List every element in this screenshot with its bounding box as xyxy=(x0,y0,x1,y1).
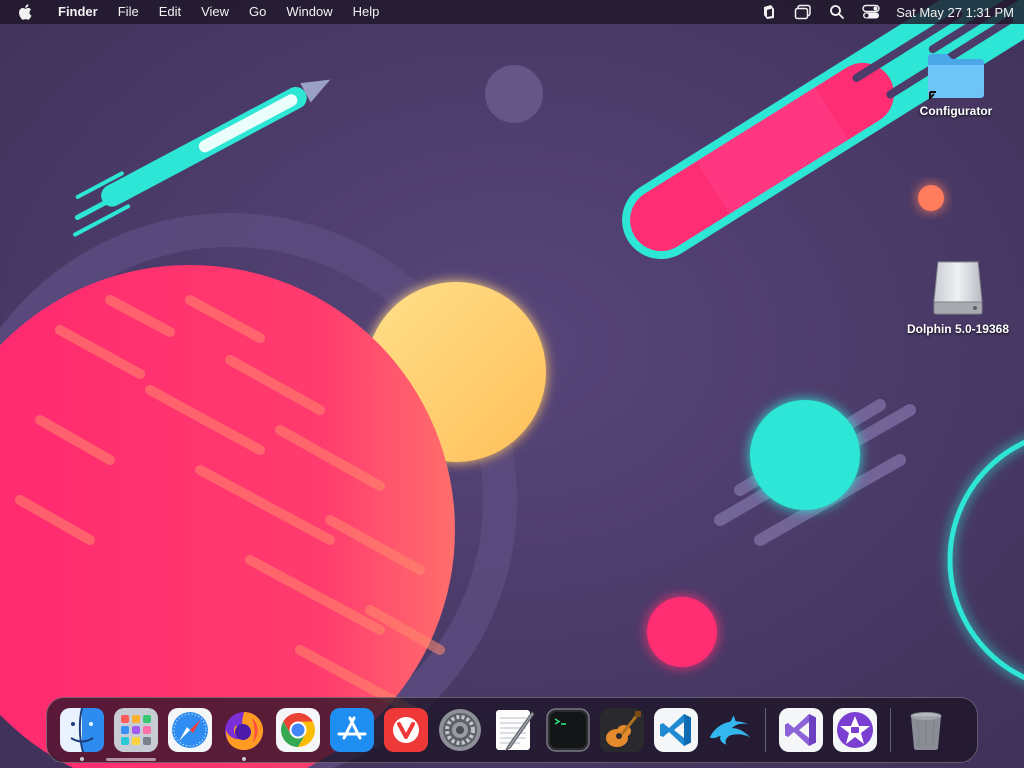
menu-file[interactable]: File xyxy=(108,0,149,24)
dock-chrome[interactable] xyxy=(276,708,320,752)
folder-icon xyxy=(928,54,984,100)
dock-system-preferences[interactable] xyxy=(438,708,482,752)
gear-icon xyxy=(439,709,481,751)
dock-terminal[interactable] xyxy=(546,708,590,752)
menu-bar-right: Sat May 27 1:31 PM xyxy=(752,0,1014,24)
dock-firefox[interactable] xyxy=(222,708,266,761)
dock-visual-studio[interactable] xyxy=(779,708,823,752)
desktop-wallpaper xyxy=(0,0,1024,768)
safari-icon xyxy=(168,708,212,752)
dolphin-icon xyxy=(709,715,751,745)
dock xyxy=(46,697,978,763)
dock-separator xyxy=(765,708,766,752)
menu-edit[interactable]: Edit xyxy=(149,0,191,24)
menu-bar-clock[interactable]: Sat May 27 1:31 PM xyxy=(896,5,1014,20)
dock-vivaldi[interactable] xyxy=(384,708,428,752)
running-indicator xyxy=(242,757,246,761)
menu-bar-left: Finder File Edit View Go Window Help xyxy=(18,0,389,24)
terminal-icon xyxy=(546,708,590,752)
app-store-icon xyxy=(330,708,374,752)
dock-finder[interactable] xyxy=(60,708,104,761)
visual-studio-icon xyxy=(779,708,823,752)
menu-window[interactable]: Window xyxy=(276,0,342,24)
finder-icon xyxy=(60,708,104,752)
apple-menu-icon[interactable] xyxy=(18,4,34,20)
desktop-icon-dolphin-dmg[interactable]: Dolphin 5.0-19368 xyxy=(898,258,1018,336)
launchpad-icon xyxy=(114,708,158,752)
dock-app-store[interactable] xyxy=(330,708,374,752)
imovie-icon xyxy=(833,708,877,752)
vscode-icon xyxy=(654,708,698,752)
window-icon[interactable] xyxy=(794,3,812,21)
guitar-icon xyxy=(600,708,644,752)
menu-active-app[interactable]: Finder xyxy=(50,0,108,24)
control-center-icon[interactable] xyxy=(862,3,880,21)
menu-help[interactable]: Help xyxy=(343,0,390,24)
dock-safari[interactable] xyxy=(168,708,212,752)
trash-icon xyxy=(910,712,942,750)
desktop-icon-label: Configurator xyxy=(919,104,993,118)
textedit-icon xyxy=(496,710,535,752)
running-indicator xyxy=(80,757,84,761)
menu-bar: Finder File Edit View Go Window Help Sat… xyxy=(0,0,1024,24)
dock-vscode[interactable] xyxy=(654,708,698,752)
dock-dolphin[interactable] xyxy=(708,708,752,752)
firefox-icon xyxy=(225,712,264,750)
dock-garageband[interactable] xyxy=(600,708,644,752)
dock-hover-indicator xyxy=(106,758,156,761)
disk-image-icon xyxy=(933,261,983,315)
menu-view[interactable]: View xyxy=(191,0,239,24)
chrome-icon xyxy=(276,708,320,752)
dock-trash[interactable] xyxy=(904,708,948,752)
scrobbles-icon[interactable] xyxy=(760,3,778,21)
desktop-icon-configurator[interactable]: Configurator xyxy=(896,50,1016,118)
vivaldi-icon xyxy=(384,708,428,752)
menu-go[interactable]: Go xyxy=(239,0,276,24)
dock-textedit[interactable] xyxy=(492,708,536,752)
search-icon[interactable] xyxy=(828,3,846,21)
dock-launchpad[interactable] xyxy=(114,708,158,752)
dock-imovie[interactable] xyxy=(833,708,877,752)
desktop-icon-label: Dolphin 5.0-19368 xyxy=(906,322,1010,336)
dock-separator xyxy=(890,708,891,752)
